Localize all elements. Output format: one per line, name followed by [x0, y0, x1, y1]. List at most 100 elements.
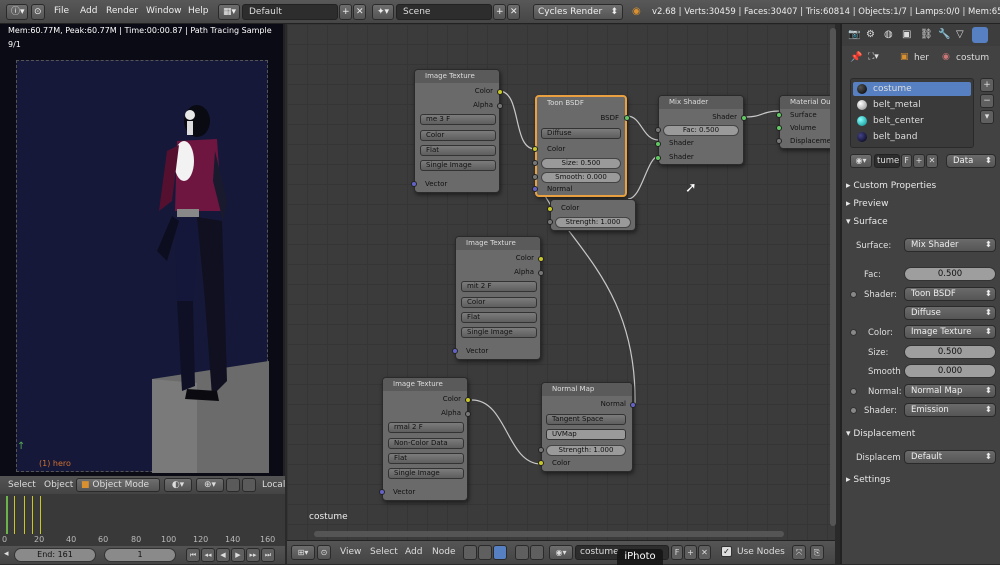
screen-layout-field[interactable]: Default [242, 4, 338, 20]
scene-tab-icon[interactable]: ⚙ [866, 29, 875, 40]
node-editor-vertical-scrollbar[interactable] [830, 28, 836, 526]
viewport-shading-select[interactable]: ◐▾ [164, 478, 192, 492]
color-space-select[interactable]: Color [461, 297, 537, 308]
remove-scene-button[interactable]: ✕ [507, 4, 520, 20]
image-texture-node-1[interactable]: Image Texture Color Alpha me 3 F Color F… [411, 69, 503, 193]
layout-icon[interactable]: ▦▾ [218, 4, 240, 20]
unlink-material-button[interactable]: ✕ [926, 154, 938, 168]
constraints-tab-icon[interactable]: ⛓ [920, 29, 933, 40]
socket-vector-in[interactable] [411, 181, 417, 187]
editor-type-icon[interactable]: ⊞▾ [291, 545, 315, 560]
timeline-menu-object[interactable]: Object [44, 480, 73, 490]
panel-preview[interactable]: ▸ Preview [846, 196, 998, 212]
jump-start-icon[interactable]: ⏮ [186, 548, 200, 562]
image-texture-node-3[interactable]: Image Texture Color Alpha rmal 2 F Non-C… [379, 377, 471, 501]
object-tab-icon[interactable]: ▣ [902, 29, 911, 40]
add-scene-button[interactable]: + [493, 4, 506, 20]
modifiers-tab-icon[interactable]: 🔧 [938, 29, 950, 40]
remove-slot-button[interactable]: − [980, 94, 994, 108]
3d-viewport[interactable]: Mem:60.77M, Peak:60.77M | Time:00:00.87 … [0, 24, 285, 476]
pivot-point-select[interactable]: ⊕▾ [196, 478, 224, 492]
socket-shader-out[interactable] [741, 115, 747, 121]
timeline-track[interactable] [0, 494, 285, 534]
color-space-select[interactable]: Non-Color Data [388, 438, 464, 449]
mix-shader-node[interactable]: Mix Shader Shader Fac: 0.500 Shader Shad… [655, 95, 747, 165]
prev-key-icon[interactable]: ◂◂ [201, 548, 215, 562]
world-icon[interactable] [530, 545, 544, 560]
add-layout-button[interactable]: + [339, 4, 352, 20]
socket-color-out[interactable] [497, 89, 503, 95]
remove-material-button[interactable]: ✕ [698, 545, 711, 560]
render-engine-select[interactable]: Cycles Render ⬍ [533, 4, 623, 20]
projection-select[interactable]: Flat [461, 312, 537, 323]
link-socket-icon[interactable] [850, 388, 857, 395]
panel-displacement[interactable]: ▾ Displacement [846, 426, 998, 442]
displacement-select[interactable]: Default ⬍ [904, 450, 996, 464]
socket-vector-in[interactable] [379, 489, 385, 495]
remove-layout-button[interactable]: ✕ [353, 4, 366, 20]
socket-normal-in[interactable] [532, 186, 538, 192]
collapse-menu-icon[interactable]: ⊙ [317, 545, 331, 560]
menu-add[interactable]: Add [80, 6, 97, 16]
texture-nodes-icon[interactable] [493, 545, 507, 560]
fake-user-button[interactable]: F [671, 545, 683, 560]
socket-strength-in[interactable] [538, 447, 544, 453]
material-tab-icon[interactable] [972, 27, 988, 43]
scene-field[interactable]: Scene [396, 4, 492, 20]
source-select[interactable]: Single Image [420, 160, 496, 171]
surface-shader-select[interactable]: Mix Shader ⬍ [904, 238, 996, 252]
socket-alpha-out[interactable] [465, 411, 471, 417]
toon-mode-select[interactable]: Diffuse [541, 128, 621, 139]
shader2-select[interactable]: Emission ⬍ [904, 403, 996, 417]
image-texture-node-2[interactable]: Image Texture Color Alpha mit 2 F Color … [452, 236, 544, 360]
material-slot-belt-metal[interactable]: belt_metal [873, 100, 921, 110]
socket-color-in[interactable] [532, 146, 538, 152]
info-editor-type-button[interactable]: ⓘ▾ [6, 4, 28, 20]
link-socket-icon[interactable] [850, 291, 857, 298]
menu-add[interactable]: Add [405, 547, 422, 557]
panel-custom-properties[interactable]: ▸ Custom Properties [846, 178, 998, 194]
node-editor-horizontal-scrollbar[interactable] [314, 531, 784, 537]
end-frame-field[interactable]: End: 161 [14, 548, 96, 562]
socket-bsdf-out[interactable] [624, 115, 630, 121]
world-tab-icon[interactable]: ◍ [884, 29, 893, 40]
socket-size-in[interactable] [532, 160, 538, 166]
emission-node-partial[interactable]: Color Strength: 1.000 [547, 199, 636, 231]
strength-slider[interactable]: Strength: 1.000 [546, 445, 626, 456]
collapse-menu-icon[interactable]: ⊙ [31, 4, 45, 20]
list-item-selected[interactable] [853, 82, 971, 96]
socket-volume-in[interactable] [776, 125, 782, 131]
material-slot-belt-center[interactable]: belt_center [873, 116, 924, 126]
socket-smooth-in[interactable] [532, 174, 538, 180]
socket-alpha-out[interactable] [538, 270, 544, 276]
link-select[interactable]: Data ⬍ [946, 154, 996, 168]
socket-color-out[interactable] [465, 397, 471, 403]
menu-file[interactable]: File [54, 6, 69, 16]
node-editor[interactable]: Image Texture Color Alpha me 3 F Color F… [287, 24, 835, 540]
source-select[interactable]: Single Image [388, 468, 464, 479]
current-frame-field[interactable]: 1 [104, 548, 176, 562]
material-slot-belt-band[interactable]: belt_band [873, 132, 917, 142]
image-datablock-field[interactable]: rmal 2 F [388, 422, 464, 433]
socket-fac-in[interactable] [655, 127, 661, 133]
add-material-button[interactable]: + [684, 545, 697, 560]
current-frame-marker[interactable] [6, 496, 8, 534]
toon-bsdf-node[interactable]: Toon BSDF BSDF Diffuse Color Size: 0.500… [532, 95, 630, 197]
size-slider[interactable]: Size: 0.500 [541, 158, 621, 169]
menu-help[interactable]: Help [188, 6, 209, 16]
panel-settings[interactable]: ▸ Settings [846, 472, 998, 488]
socket-strength-in[interactable] [547, 219, 553, 225]
toon-component-select[interactable]: Diffuse ⬍ [904, 306, 996, 320]
copy-icon[interactable]: ⎘ [810, 545, 824, 560]
fac-slider[interactable]: Fac: 0.500 [663, 125, 739, 136]
socket-shader1-in[interactable] [655, 141, 661, 147]
socket-displacement-in[interactable] [776, 138, 782, 144]
source-select[interactable]: Single Image [461, 327, 537, 338]
normal-map-node[interactable]: Normal Map Normal Tangent Space UVMap St… [538, 382, 636, 472]
socket-color-in[interactable] [538, 460, 544, 466]
size-slider[interactable]: 0.500 [904, 345, 996, 359]
material-name-field[interactable]: tume [874, 154, 900, 168]
manipulator-icon[interactable] [226, 478, 240, 492]
scene-icon[interactable]: ✦▾ [372, 4, 394, 20]
material-browse-icon[interactable]: ◉▾ [549, 545, 573, 560]
